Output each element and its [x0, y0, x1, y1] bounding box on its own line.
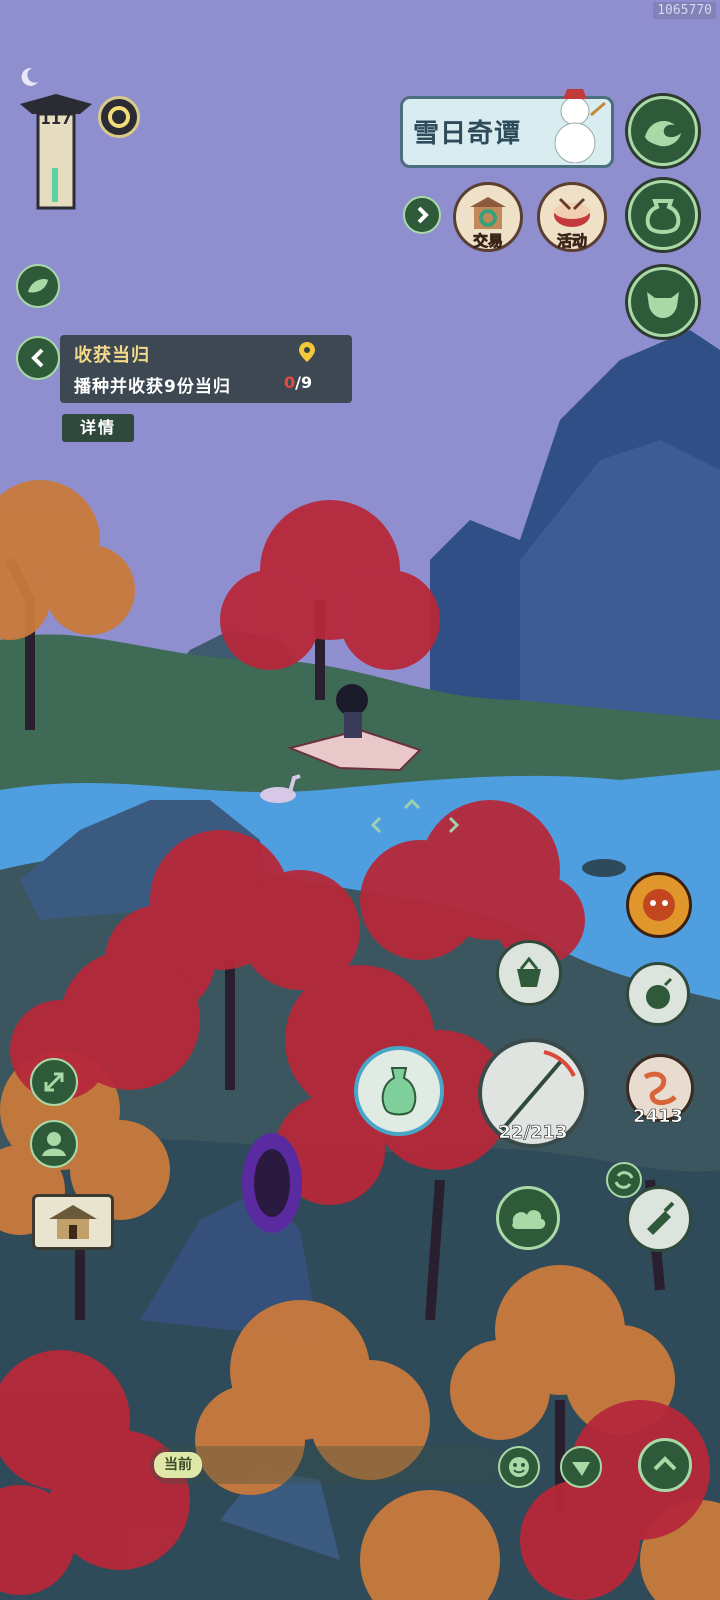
event-banner[interactable]: 雪日奇谭 [400, 89, 614, 168]
activity-label: 活动 [556, 232, 588, 251]
house-icon [49, 1205, 97, 1239]
game-scene[interactable] [0, 0, 720, 1600]
snowman-icon [539, 85, 609, 164]
coin-icon[interactable] [98, 96, 140, 138]
bottom-chat-bar[interactable] [150, 1446, 500, 1484]
beast-button[interactable] [628, 267, 698, 337]
event-banner-title: 雪日奇谭 [413, 119, 522, 149]
character-button[interactable] [30, 1120, 78, 1168]
level-totem[interactable]: 117 [16, 92, 96, 212]
collapse-up-button[interactable] [638, 1438, 692, 1492]
quest-detail-button[interactable]: 详情 [62, 414, 134, 442]
vase-icon [381, 1067, 417, 1116]
fishing-rod-button[interactable]: 22/213 [478, 1038, 588, 1148]
quest-progress-total: /9 [295, 373, 313, 392]
emoji-button[interactable] [498, 1446, 540, 1488]
house-button[interactable] [32, 1194, 114, 1250]
trade-button[interactable]: 交易 [453, 182, 523, 252]
level-number: 117 [40, 110, 72, 128]
leaf-button[interactable] [16, 264, 60, 308]
quest-description: 播种并收获9份当归 [74, 377, 231, 397]
seed-pouch-button[interactable] [496, 940, 562, 1006]
quest-collapse-button[interactable] [16, 336, 60, 380]
mask-button[interactable] [626, 872, 692, 938]
quick-message-button[interactable] [560, 1446, 602, 1488]
activity-button[interactable]: 活动 [537, 182, 607, 252]
trade-label: 交易 [472, 232, 504, 251]
current-channel-tag[interactable]: 当前 [154, 1452, 202, 1478]
fishing-rod-count: 22/213 [498, 1122, 568, 1144]
cloud-button[interactable] [496, 1186, 560, 1250]
wave-button[interactable] [628, 96, 698, 166]
quest-panel[interactable]: 收获当归 播种并收获9份当归 0/9 [60, 335, 352, 403]
equipped-item-button[interactable] [354, 1046, 444, 1136]
quest-title: 收获当归 [74, 345, 150, 366]
bait-count: 2413 [632, 1106, 684, 1128]
quest-progress: 0/9 [284, 373, 312, 392]
quest-progress-done: 0 [284, 373, 296, 392]
moon-icon [18, 66, 40, 88]
bomb-button[interactable] [626, 962, 690, 1026]
shovel-button[interactable] [626, 1186, 692, 1252]
bag-button[interactable] [628, 180, 698, 250]
watermark-id: 1065770 [653, 2, 716, 19]
expand-map-button[interactable] [30, 1058, 78, 1106]
location-pin-icon[interactable] [298, 341, 316, 363]
expand-events-button[interactable] [403, 196, 441, 234]
